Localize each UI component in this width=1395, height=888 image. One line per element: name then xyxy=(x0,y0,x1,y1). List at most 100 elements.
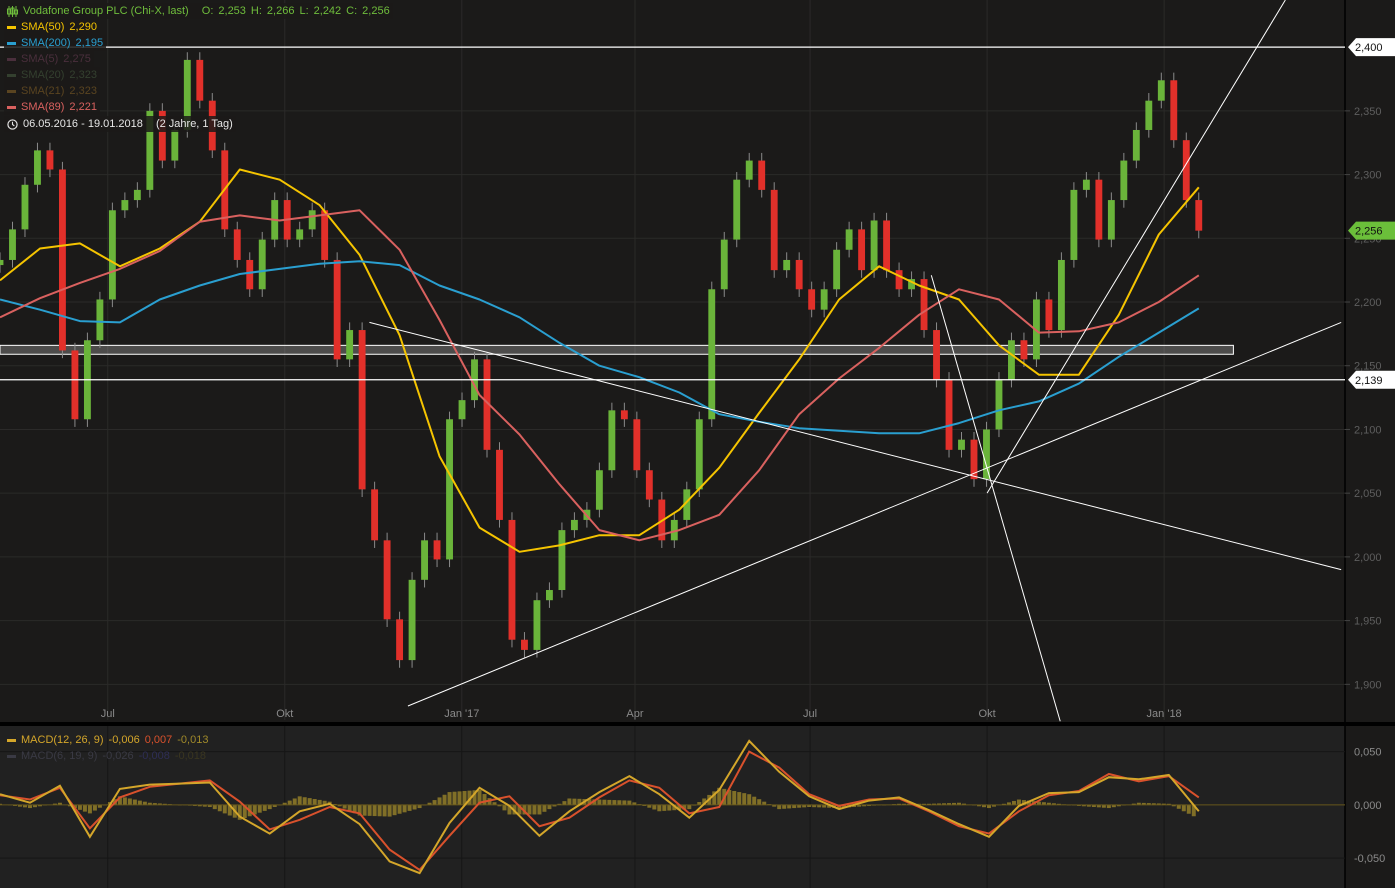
y-tick-label: 2,100 xyxy=(1354,424,1382,436)
candle-body xyxy=(795,259,803,290)
candle-body xyxy=(645,470,653,500)
histogram-bar xyxy=(287,800,292,805)
candle xyxy=(108,202,116,308)
candle xyxy=(1095,172,1103,248)
instrument-row: Vodafone Group PLC (Chi-X, last) O: 2,253… xyxy=(4,3,393,19)
candle-body xyxy=(958,439,965,450)
candle-body xyxy=(1182,140,1190,201)
candle-body xyxy=(783,259,791,271)
histogram-bar xyxy=(782,804,787,809)
candle xyxy=(508,512,516,648)
indicator-legend-item[interactable]: SMA(89) 2,221 xyxy=(4,99,100,115)
candle xyxy=(333,252,341,368)
histogram-bar xyxy=(502,804,507,811)
indicator-legend-item[interactable]: SMA(20) 2,323 xyxy=(4,67,100,83)
candle-body xyxy=(258,239,266,290)
y-tick-label: 2,200 xyxy=(1354,297,1382,309)
histogram-value: -0,013 xyxy=(177,734,209,746)
histogram-bar xyxy=(687,804,692,810)
histogram-bar xyxy=(137,800,142,805)
candle xyxy=(496,442,503,528)
candle-body xyxy=(446,419,453,560)
candle-body xyxy=(608,410,616,471)
indicator-legend-item[interactable]: SMA(5) 2,275 xyxy=(4,51,94,67)
histogram-bar xyxy=(737,792,742,805)
indicator-legend-item[interactable]: SMA(200) 2,195 xyxy=(4,35,107,51)
candle-body xyxy=(995,379,1003,430)
candle-body xyxy=(233,229,241,260)
candle-body xyxy=(358,330,366,490)
candle-body xyxy=(883,220,891,271)
y-tick-label: 2,350 xyxy=(1354,106,1382,118)
indicator-value: 2,290 xyxy=(69,21,97,33)
histogram-bar xyxy=(1011,800,1016,805)
candle-body xyxy=(46,150,54,170)
candle-body xyxy=(34,150,41,185)
series-swatch xyxy=(7,105,16,109)
candle-body xyxy=(1070,189,1078,260)
candle-body xyxy=(620,410,628,420)
histogram-bar xyxy=(747,794,752,805)
candle-body xyxy=(296,229,304,240)
histogram-bar xyxy=(547,804,552,810)
candle xyxy=(695,411,703,497)
histogram-bar xyxy=(612,800,617,805)
indicator-label: SMA(20) xyxy=(21,69,65,81)
histogram-bar xyxy=(402,804,407,813)
candle-body xyxy=(633,419,641,471)
candle-body xyxy=(1082,179,1090,190)
indicator-legend-item[interactable]: SMA(50) 2,290 xyxy=(4,19,100,35)
histogram-bar xyxy=(442,794,447,805)
candle-body xyxy=(371,489,379,541)
histogram-bar xyxy=(82,804,87,812)
histogram-bar xyxy=(1186,804,1191,814)
histogram-bar xyxy=(662,804,667,811)
x-tick-label: Jul xyxy=(803,708,817,720)
macd-legend-item[interactable]: MACD(6, 19, 9) -0,026 -0,008 -0,018 xyxy=(4,748,211,764)
last-price-tag: 2,256 xyxy=(1348,221,1395,240)
macd-y-tick-label: 0,000 xyxy=(1354,800,1382,812)
candle-body xyxy=(521,639,528,650)
series-swatch xyxy=(7,25,16,29)
histogram-bar xyxy=(397,804,402,814)
histogram-bar xyxy=(362,804,367,816)
histogram-bar xyxy=(622,800,627,805)
candle-body xyxy=(983,429,990,480)
histogram-bar xyxy=(267,804,272,810)
histogram-value: -0,018 xyxy=(174,750,207,762)
high-label: H: xyxy=(250,5,262,17)
histogram-bar xyxy=(412,804,417,810)
histogram-bar xyxy=(537,804,542,815)
candle xyxy=(446,411,453,568)
macd-value: -0,026 xyxy=(102,750,134,762)
candle-body xyxy=(458,400,466,420)
candle xyxy=(71,342,79,427)
candle-body xyxy=(71,350,79,420)
close-label: C: xyxy=(346,5,358,17)
histogram-bar xyxy=(562,801,567,805)
date-range-row: 06.05.2016 - 19.01.2018 (2 Jahre, 1 Tag) xyxy=(4,116,236,132)
candle xyxy=(708,281,716,427)
candle xyxy=(383,532,391,627)
indicator-legend-item[interactable]: SMA(21) 2,323 xyxy=(4,83,100,99)
x-tick-label: Apr xyxy=(626,708,643,720)
series-swatch xyxy=(7,754,16,758)
candle-body xyxy=(96,299,104,341)
candle xyxy=(945,372,953,458)
macd-legend-item[interactable]: MACD(12, 26, 9) -0,006 0,007 -0,013 xyxy=(4,732,211,748)
candle-body xyxy=(21,184,29,230)
histogram-bar xyxy=(657,804,662,812)
candle-body xyxy=(570,519,578,531)
candle-body xyxy=(820,289,828,310)
histogram-bar xyxy=(222,804,227,814)
candle xyxy=(858,221,866,278)
histogram-bar xyxy=(292,798,297,805)
histogram-bar xyxy=(367,804,372,816)
histogram-bar xyxy=(447,792,452,805)
histogram-bar xyxy=(527,804,532,815)
candle-body xyxy=(246,259,254,290)
indicator-label: SMA(21) xyxy=(21,85,65,97)
date-range: 06.05.2016 - 19.01.2018 xyxy=(23,118,143,130)
candle-body xyxy=(1057,259,1065,331)
candle-body xyxy=(870,220,878,271)
